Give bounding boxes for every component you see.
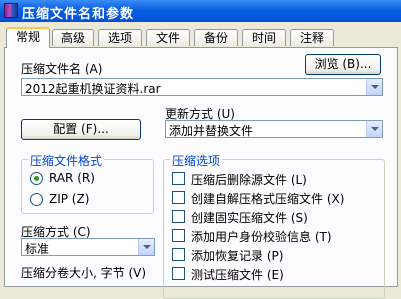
browse-button[interactable]: 浏览 (B)... (305, 54, 381, 75)
tab-options[interactable]: 选项 (98, 29, 142, 46)
profiles-button[interactable]: 配置 (F)... (21, 119, 141, 140)
format-group-title: 压缩文件格式 (28, 152, 105, 169)
compression-method-value: 标准 (25, 242, 50, 256)
add-authenticity-checkbox[interactable] (172, 229, 185, 242)
delete-after-archiving-label[interactable]: 压缩后删除源文件 (L) (191, 171, 307, 188)
archive-name-value: 2012起重机换证资料.rar (25, 82, 161, 96)
chevron-down-icon[interactable] (366, 79, 382, 95)
archive-format-group: 压缩文件格式 RAR (R) ZIP (Z) (21, 152, 154, 214)
delete-after-archiving-checkbox[interactable] (172, 172, 185, 185)
options-group-title: 压缩选项 (170, 152, 223, 169)
compression-method-combo[interactable]: 标准 (21, 238, 155, 256)
add-recovery-record-label[interactable]: 添加恢复记录 (P) (191, 247, 283, 264)
tab-strip: 常规 高级 选项 文件 备份 时间 注释 (4, 27, 398, 48)
tab-general[interactable]: 常规 (6, 27, 50, 48)
archive-name-label: 压缩文件名 (A) (21, 62, 103, 76)
add-authenticity-label[interactable]: 添加用户身份校验信息 (T) (191, 228, 332, 245)
general-panel: 压缩文件名 (A) 浏览 (B)... 2012起重机换证资料.rar 更新方式… (4, 47, 398, 299)
title-bar: 压缩文件名和参数 (0, 0, 401, 22)
test-archive-checkbox[interactable] (172, 267, 185, 280)
split-size-label: 压缩分卷大小, 字节 (V) (21, 266, 147, 280)
chevron-down-icon[interactable] (138, 239, 154, 255)
rar-radio-label[interactable]: RAR (R) (49, 171, 95, 185)
create-solid-checkbox[interactable] (172, 210, 185, 223)
add-recovery-record-checkbox[interactable] (172, 248, 185, 261)
archive-name-combo[interactable]: 2012起重机换证资料.rar (21, 78, 383, 96)
tab-comment[interactable]: 注释 (290, 29, 334, 46)
update-mode-value: 添加并替换文件 (169, 124, 254, 138)
winrar-app-icon (4, 3, 18, 18)
zip-radio-label[interactable]: ZIP (Z) (49, 192, 89, 206)
chevron-down-icon[interactable] (366, 121, 382, 137)
create-solid-label[interactable]: 创建固实压缩文件 (S) (191, 209, 308, 226)
create-sfx-label[interactable]: 创建自解压格式压缩文件 (X) (191, 190, 344, 207)
tab-advanced[interactable]: 高级 (52, 29, 94, 46)
zip-radio[interactable] (30, 193, 43, 206)
rar-radio[interactable] (30, 172, 43, 185)
update-mode-combo[interactable]: 添加并替换文件 (165, 120, 383, 138)
window-title: 压缩文件名和参数 (22, 7, 135, 22)
test-archive-label[interactable]: 测试压缩文件 (E) (191, 266, 284, 283)
archive-options-group: 压缩选项 压缩后删除源文件 (L) 创建自解压格式压缩文件 (X) 创建固实压缩… (163, 152, 385, 299)
tab-backup[interactable]: 备份 (194, 29, 238, 46)
tab-files[interactable]: 文件 (146, 29, 190, 46)
tab-time[interactable]: 时间 (242, 29, 286, 46)
create-sfx-checkbox[interactable] (172, 191, 185, 204)
